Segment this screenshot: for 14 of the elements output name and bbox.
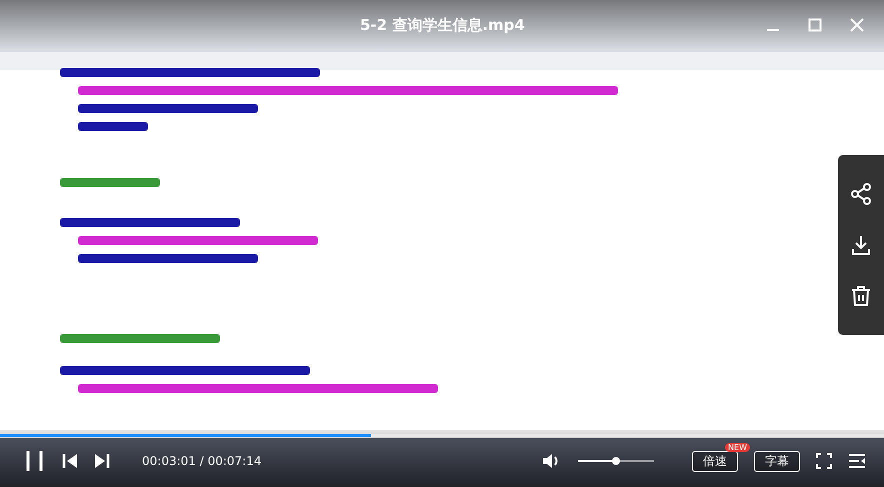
next-icon[interactable] <box>94 453 110 469</box>
delete-icon[interactable] <box>850 284 872 307</box>
download-icon[interactable] <box>850 234 872 256</box>
progress-bar[interactable] <box>0 434 884 437</box>
previous-icon[interactable] <box>62 453 78 469</box>
fullscreen-icon[interactable] <box>816 453 832 469</box>
video-title: 5-2 查询学生信息.mp4 <box>360 16 525 35</box>
player-button[interactable]: 倍速 <box>692 450 738 472</box>
share-icon[interactable] <box>850 183 872 206</box>
player-button[interactable]: 字幕 <box>754 450 800 472</box>
playback-time: 00:03:01 / 00:07:14 <box>142 454 262 468</box>
close-icon[interactable] <box>850 18 864 32</box>
maximize-icon[interactable] <box>808 18 822 32</box>
playlist-icon[interactable] <box>848 454 866 468</box>
